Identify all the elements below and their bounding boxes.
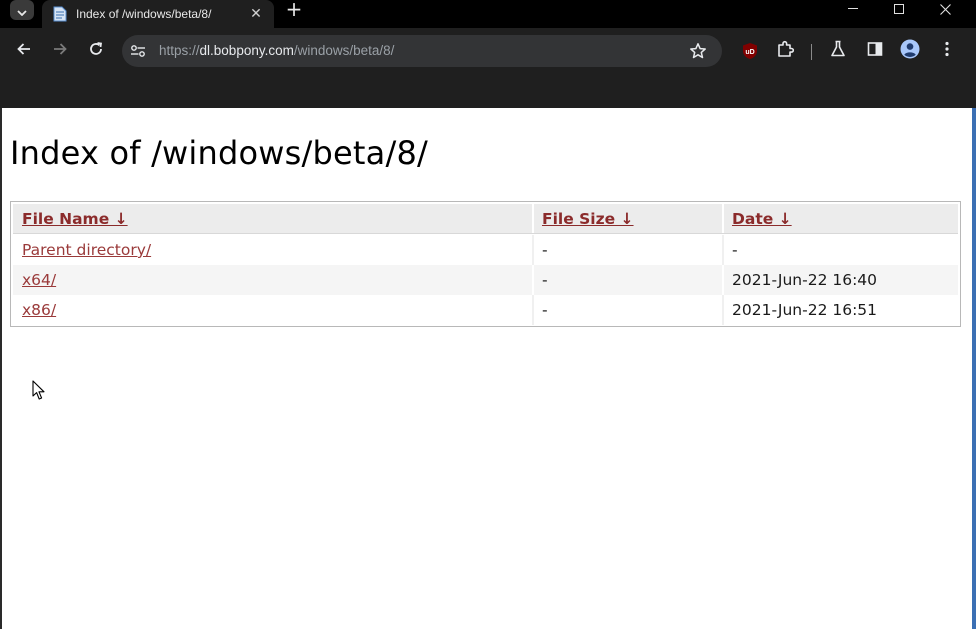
directory-listing-table: File Name ↓ File Size ↓ Date ↓ Parent di… bbox=[10, 201, 961, 327]
profile-avatar-icon bbox=[900, 39, 920, 63]
date-cell: 2021-Jun-22 16:51 bbox=[732, 301, 878, 319]
profile-button[interactable] bbox=[895, 36, 925, 66]
tab-close-icon[interactable]: ✕ bbox=[248, 6, 264, 22]
date-cell: - bbox=[732, 241, 738, 259]
toolbar-lower-area bbox=[0, 74, 976, 108]
browser-toolbar: https://dl.bobpony.com/windows/beta/8/ u… bbox=[0, 28, 976, 74]
page-favicon bbox=[52, 6, 68, 22]
file-name-cell: Parent directory/ bbox=[22, 241, 151, 259]
ublock-badge-text: uD bbox=[745, 49, 754, 56]
file-size-cell: - bbox=[542, 271, 548, 289]
url-scheme: https:// bbox=[159, 43, 200, 58]
header-file-size: File Size ↓ bbox=[542, 210, 634, 228]
header-file-name: File Name ↓ bbox=[22, 210, 128, 228]
url-host: dl.bobpony.com bbox=[199, 43, 294, 58]
mouse-cursor-icon bbox=[32, 380, 46, 405]
sort-by-date-link[interactable]: Date ↓ bbox=[732, 210, 792, 228]
site-info-icon[interactable] bbox=[130, 43, 146, 59]
page-title: Index of /windows/beta/8/ bbox=[10, 134, 428, 172]
table-row: x64/ - 2021-Jun-22 16:40 bbox=[13, 265, 958, 295]
labs-flask-icon bbox=[830, 40, 846, 62]
reload-button[interactable] bbox=[81, 36, 111, 66]
side-panel-button[interactable] bbox=[860, 36, 890, 66]
forward-arrow-icon bbox=[52, 41, 68, 61]
file-name-cell: x86/ bbox=[22, 301, 56, 319]
file-name-cell: x64/ bbox=[22, 271, 56, 289]
column-divider bbox=[532, 265, 534, 295]
column-divider bbox=[722, 295, 724, 325]
bookmark-star-icon[interactable] bbox=[687, 41, 709, 61]
date-cell: 2021-Jun-22 16:40 bbox=[732, 271, 878, 289]
toolbar-separator bbox=[811, 44, 812, 60]
minimize-button[interactable] bbox=[830, 0, 876, 18]
file-size-cell: - bbox=[542, 301, 548, 319]
column-divider bbox=[532, 235, 534, 265]
sort-by-name-link[interactable]: File Name ↓ bbox=[22, 210, 128, 228]
url-path: /windows/beta/8/ bbox=[293, 43, 395, 58]
tab-search-icon bbox=[17, 1, 27, 20]
table-header-row: File Name ↓ File Size ↓ Date ↓ bbox=[13, 204, 958, 234]
table-row: x86/ - 2021-Jun-22 16:51 bbox=[13, 295, 958, 325]
extensions-button[interactable] bbox=[770, 36, 800, 66]
parent-directory-link[interactable]: Parent directory/ bbox=[22, 241, 151, 259]
browser-window: Index of /windows/beta/8/ ✕ + https://dl… bbox=[0, 0, 976, 629]
forward-button[interactable] bbox=[45, 36, 75, 66]
tab-title: Index of /windows/beta/8/ bbox=[76, 7, 212, 21]
table-row: Parent directory/ - - bbox=[13, 235, 958, 265]
sort-by-size-link[interactable]: File Size ↓ bbox=[542, 210, 634, 228]
new-tab-button[interactable]: + bbox=[282, 0, 306, 21]
labs-button[interactable] bbox=[823, 36, 853, 66]
desktop-edge bbox=[972, 108, 976, 629]
maximize-button[interactable] bbox=[876, 0, 922, 18]
page-content: Index of /windows/beta/8/ File Name ↓ Fi… bbox=[2, 108, 972, 629]
address-bar[interactable]: https://dl.bobpony.com/windows/beta/8/ bbox=[122, 35, 722, 67]
more-menu-button[interactable] bbox=[932, 36, 962, 66]
reload-icon bbox=[88, 41, 104, 61]
extensions-puzzle-icon bbox=[776, 40, 795, 62]
column-divider bbox=[532, 204, 534, 233]
url-text[interactable]: https://dl.bobpony.com/windows/beta/8/ bbox=[159, 43, 394, 58]
column-divider bbox=[532, 295, 534, 325]
side-panel-icon bbox=[867, 41, 883, 61]
column-divider bbox=[722, 204, 724, 233]
close-window-button[interactable] bbox=[922, 0, 968, 18]
header-date: Date ↓ bbox=[732, 210, 792, 228]
tab-search-button[interactable] bbox=[10, 0, 34, 20]
back-button[interactable] bbox=[9, 36, 39, 66]
file-size-cell: - bbox=[542, 241, 548, 259]
active-tab[interactable]: Index of /windows/beta/8/ ✕ bbox=[42, 0, 274, 28]
back-arrow-icon bbox=[16, 41, 32, 61]
x64-folder-link[interactable]: x64/ bbox=[22, 271, 56, 289]
title-bar: Index of /windows/beta/8/ ✕ + bbox=[0, 0, 976, 28]
ublock-extension-icon[interactable]: uD bbox=[735, 36, 765, 66]
x86-folder-link[interactable]: x86/ bbox=[22, 301, 56, 319]
column-divider bbox=[722, 235, 724, 265]
more-menu-icon bbox=[945, 41, 949, 61]
column-divider bbox=[722, 265, 724, 295]
